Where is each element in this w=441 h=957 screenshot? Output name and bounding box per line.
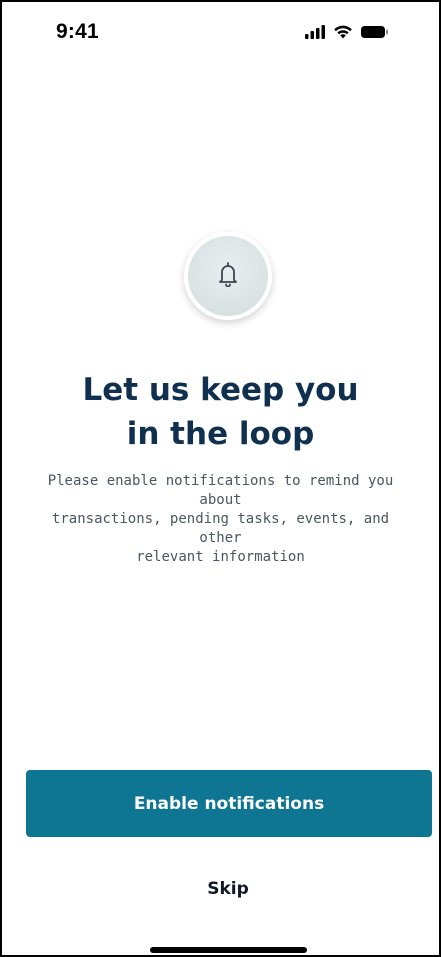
- bell-icon: [217, 261, 239, 292]
- page-title: Let us keep you in the loop: [2, 368, 439, 456]
- bell-badge: [184, 232, 272, 320]
- wifi-icon: [333, 24, 353, 39]
- status-bar: 9:41: [2, 2, 439, 66]
- page-title-line-2: in the loop: [126, 416, 315, 452]
- cellular-signal-icon: [305, 24, 325, 39]
- page-description-line-2: transactions, pending tasks, events, and…: [51, 511, 390, 546]
- skip-button[interactable]: Skip: [172, 872, 284, 906]
- page-description-line-3: relevant information: [136, 549, 305, 565]
- page-description: Please enable notifications to remind yo…: [30, 472, 411, 567]
- page-title-line-1: Let us keep you: [82, 372, 359, 408]
- home-indicator[interactable]: [150, 947, 307, 953]
- status-time: 9:41: [56, 20, 99, 43]
- onboarding-notifications-screen: 9:41 Let us keep you in the loop Please …: [0, 0, 441, 957]
- enable-notifications-button[interactable]: Enable notifications: [26, 770, 432, 837]
- battery-icon: [361, 25, 389, 39]
- page-description-line-1: Please enable notifications to remind yo…: [47, 473, 394, 508]
- status-icons: [305, 24, 389, 39]
